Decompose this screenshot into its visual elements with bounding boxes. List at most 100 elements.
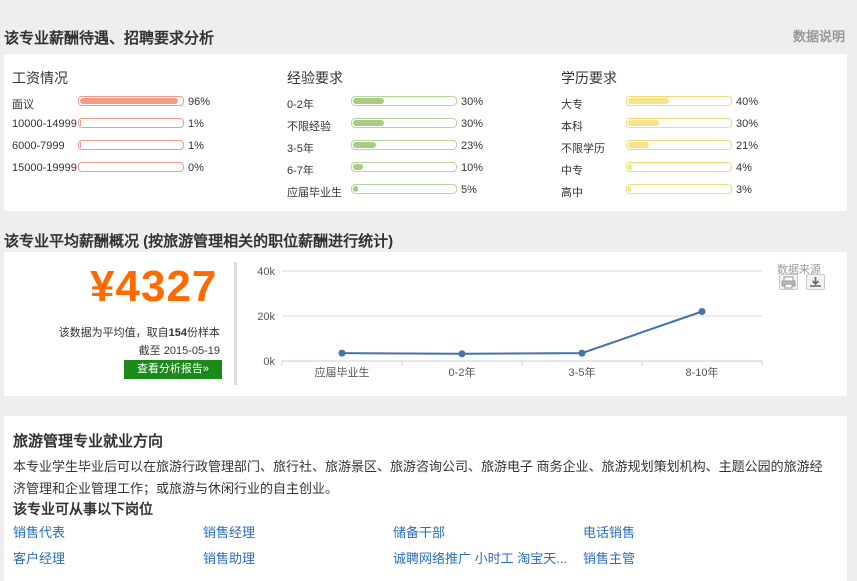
salary-row: 15000-19999 0% bbox=[12, 158, 204, 180]
x-tick-label: 0-2年 bbox=[449, 365, 476, 379]
section-title-average-salary: 该专业平均薪酬概况 (按旅游管理相关的职位薪酬进行统计) bbox=[4, 233, 394, 250]
salary-row: 10000-14999 1% bbox=[12, 114, 204, 136]
education-percent: 3% bbox=[736, 184, 752, 196]
education-bar-fill bbox=[628, 142, 650, 148]
section-title-salary-analysis: 该专业薪酬待遇、招聘要求分析 bbox=[4, 30, 215, 47]
experience-row: 6-7年 10% bbox=[287, 158, 483, 180]
education-percent: 30% bbox=[736, 118, 759, 130]
salary-series-line bbox=[341, 310, 703, 355]
experience-bar bbox=[351, 140, 457, 150]
position-link[interactable]: 销售主管 bbox=[583, 548, 635, 567]
salary-label: 6000-7999 bbox=[12, 140, 65, 152]
salary-row: 6000-7999 1% bbox=[12, 136, 204, 158]
salary-percent: 0% bbox=[188, 162, 204, 174]
y-tick-label: 40k bbox=[257, 266, 275, 278]
education-column: 学历要求 大专 40% 本科 30% 不限学历 21% 中专 4% 高中 3% bbox=[561, 68, 758, 202]
experience-label: 0-2年 bbox=[287, 99, 314, 111]
salary-column-title: 工资情况 bbox=[12, 70, 68, 86]
career-direction-panel: 旅游管理专业就业方向 本专业学生毕业后可以在旅游行政管理部门、旅行社、旅游景区、… bbox=[4, 416, 847, 581]
education-bar-fill bbox=[628, 120, 659, 126]
data-date: 截至 2015-05-19 bbox=[138, 345, 220, 357]
print-icon[interactable] bbox=[779, 274, 798, 290]
position-link[interactable]: 销售经理 bbox=[203, 522, 255, 541]
education-bar bbox=[626, 140, 732, 150]
x-tick-label: 3-5年 bbox=[569, 365, 596, 379]
position-link[interactable]: 电话销售 bbox=[583, 522, 635, 541]
average-salary-value: ¥4327 bbox=[90, 262, 218, 311]
education-row: 高中 3% bbox=[561, 180, 752, 202]
experience-row: 3-5年 23% bbox=[287, 136, 483, 158]
education-row: 本科 30% bbox=[561, 114, 758, 136]
salary-line-chart: 0k 20k 40k 应届毕业生 0-2年 3-5年 8-10年 bbox=[257, 266, 763, 379]
salary-bar-fill bbox=[80, 142, 82, 148]
salary-bar bbox=[78, 118, 184, 128]
position-link[interactable]: 客户经理 bbox=[13, 548, 65, 567]
salary-label: 面议 bbox=[12, 99, 34, 111]
salary-bar bbox=[78, 140, 184, 150]
experience-label: 3-5年 bbox=[287, 143, 314, 155]
data-point bbox=[458, 350, 466, 358]
education-bar bbox=[626, 96, 732, 106]
salary-bar bbox=[78, 96, 184, 106]
experience-column-title: 经验要求 bbox=[287, 70, 343, 86]
education-bar bbox=[626, 118, 732, 128]
salary-label: 10000-14999 bbox=[12, 118, 77, 130]
experience-column: 经验要求 0-2年 30% 不限经验 30% 3-5年 23% 6-7年 10% 应届毕业生 5% bbox=[287, 68, 483, 202]
position-link[interactable]: 诚聘网络推广 小时工 淘宝天... bbox=[393, 548, 567, 567]
education-percent: 40% bbox=[736, 96, 759, 108]
position-link[interactable]: 销售助理 bbox=[203, 548, 255, 567]
sample-suffix: 份样本 bbox=[187, 327, 220, 339]
y-tick-label: 0k bbox=[263, 356, 275, 368]
education-row: 不限学历 21% bbox=[561, 136, 758, 158]
position-link[interactable]: 销售代表 bbox=[13, 522, 65, 541]
experience-bar bbox=[351, 96, 457, 106]
salary-label: 15000-19999 bbox=[12, 162, 77, 174]
data-explanation-link[interactable]: 数据说明 bbox=[793, 26, 845, 45]
experience-label: 6-7年 bbox=[287, 165, 314, 177]
experience-bar bbox=[351, 118, 457, 128]
data-point bbox=[338, 349, 346, 357]
salary-percent: 1% bbox=[188, 140, 204, 152]
experience-label: 不限经验 bbox=[287, 121, 331, 133]
experience-percent: 10% bbox=[461, 162, 484, 174]
experience-row: 不限经验 30% bbox=[287, 114, 483, 136]
education-bar bbox=[626, 162, 732, 172]
education-label: 高中 bbox=[561, 187, 583, 199]
salary-percent: 1% bbox=[188, 118, 204, 130]
salary-percent: 96% bbox=[188, 96, 211, 108]
sample-prefix: 该数据为平均值，取自 bbox=[58, 327, 169, 339]
experience-bar-fill bbox=[353, 142, 377, 148]
education-label: 本科 bbox=[561, 121, 583, 133]
experience-bar-fill bbox=[353, 186, 359, 192]
education-label: 不限学历 bbox=[561, 143, 605, 155]
education-percent: 4% bbox=[736, 162, 752, 174]
experience-percent: 5% bbox=[461, 184, 477, 196]
experience-bar-fill bbox=[353, 98, 384, 104]
requirements-panel: 工资情况 面议 96% 10000-14999 1% 6000-7999 1% 15000-… bbox=[4, 54, 847, 211]
experience-percent: 23% bbox=[461, 140, 484, 152]
position-link[interactable]: 储备干部 bbox=[393, 522, 445, 541]
education-column-title: 学历要求 bbox=[561, 70, 617, 86]
education-bar bbox=[626, 184, 732, 194]
education-label: 中专 bbox=[561, 165, 583, 177]
sample-count: 154 bbox=[168, 327, 187, 339]
view-report-button[interactable]: 查看分析报告» bbox=[124, 360, 222, 379]
experience-row: 0-2年 30% bbox=[287, 92, 483, 114]
salary-bar-fill bbox=[80, 98, 178, 104]
experience-percent: 30% bbox=[461, 118, 484, 130]
available-positions-title: 该专业可从事以下岗位 bbox=[13, 501, 153, 517]
career-direction-title: 旅游管理专业就业方向 bbox=[13, 433, 164, 450]
education-row: 中专 4% bbox=[561, 158, 752, 180]
education-bar-fill bbox=[628, 98, 669, 104]
experience-bar bbox=[351, 184, 457, 194]
download-icon[interactable] bbox=[806, 274, 825, 290]
education-percent: 21% bbox=[736, 140, 759, 152]
y-tick-label: 20k bbox=[257, 311, 275, 323]
experience-label: 应届毕业生 bbox=[287, 187, 342, 199]
salary-column: 工资情况 面议 96% 10000-14999 1% 6000-7999 1% 15000-… bbox=[12, 68, 210, 180]
data-point bbox=[698, 308, 706, 315]
average-salary-panel: ¥4327 该数据为平均值，取自154份样本 截至 2015-05-19 查看分… bbox=[4, 252, 847, 396]
education-row: 大专 40% bbox=[561, 92, 758, 114]
experience-bar-fill bbox=[353, 164, 364, 170]
education-bar-fill bbox=[628, 186, 632, 192]
